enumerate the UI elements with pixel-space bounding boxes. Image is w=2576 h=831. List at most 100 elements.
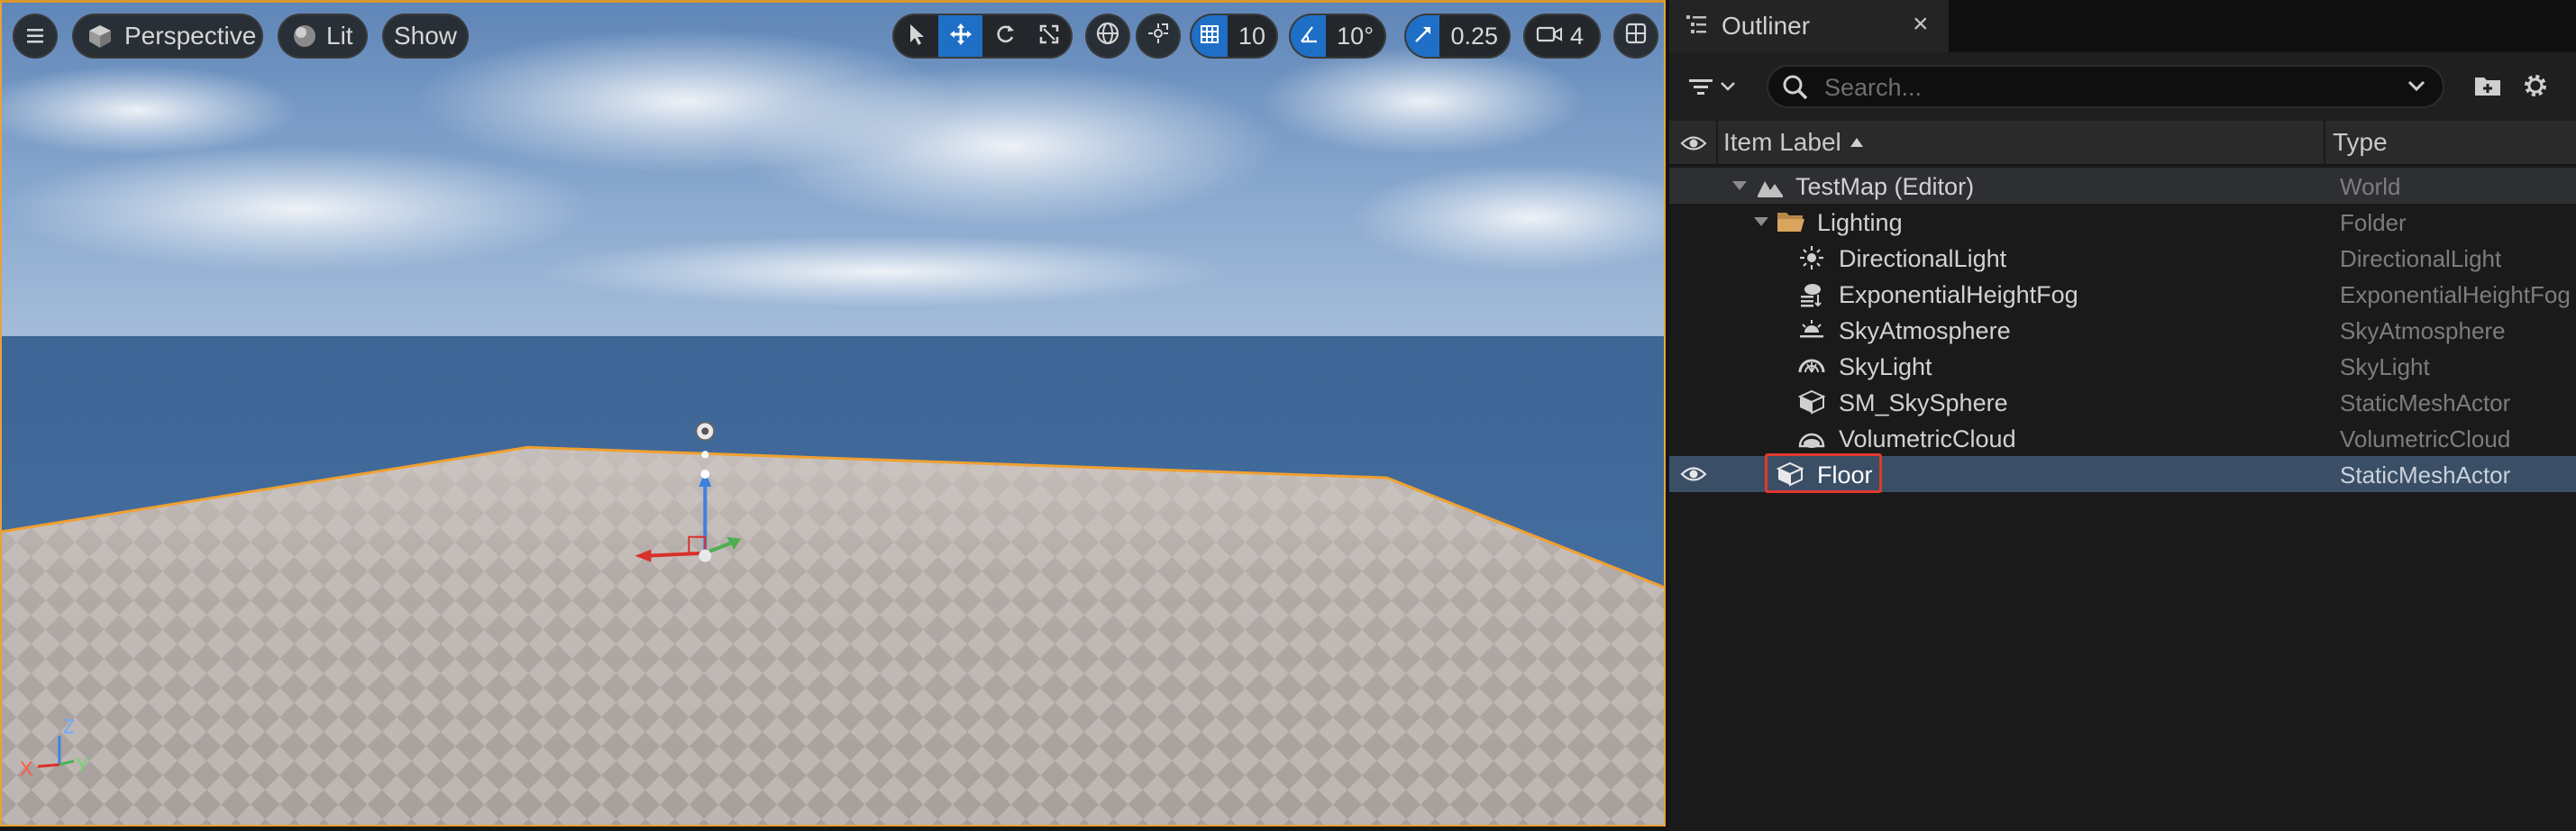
move-arrows-icon	[948, 22, 973, 51]
sort-ascending-icon[interactable]	[1850, 136, 1864, 152]
item-label: SkyLight	[1839, 353, 1932, 380]
viewport-layout-button[interactable]	[1613, 14, 1658, 59]
collapse-arrow-icon[interactable]	[1731, 179, 1749, 196]
world-local-toggle[interactable]	[1085, 14, 1130, 59]
column-type-header[interactable]: Type	[2333, 128, 2388, 157]
lit-button[interactable]: Lit	[278, 14, 368, 59]
rotate-icon	[993, 23, 1017, 50]
item-label: ExponentialHeightFog	[1839, 281, 2078, 308]
tree-row-skylight[interactable]: SkyLight SkyLight	[1669, 348, 2576, 384]
scale-snap-group[interactable]: 0.25	[1404, 14, 1511, 59]
level-viewport[interactable]: Z X Y Perspective Lit Show 10 10° 0.25 4	[0, 0, 1666, 826]
visibility-column-eye-icon[interactable]	[1680, 133, 1707, 158]
item-type: SkyLight	[2340, 353, 2430, 380]
folder-icon	[1776, 208, 1804, 235]
item-label: SM_SkySphere	[1839, 389, 2008, 416]
item-type: SkyAtmosphere	[2340, 317, 2506, 344]
item-label: Lighting	[1817, 209, 1903, 236]
outliner-column-header: Item Label Type	[1669, 121, 2576, 166]
tree-row-sm-skysphere[interactable]: SM_SkySphere StaticMeshActor	[1669, 384, 2576, 420]
tree-row-folder-lighting[interactable]: Lighting Folder	[1669, 204, 2576, 240]
surface-snap-icon	[1146, 21, 1171, 52]
item-label: VolumetricCloud	[1839, 425, 2016, 452]
scale-snap-toggle[interactable]	[1406, 15, 1440, 57]
show-button[interactable]: Show	[382, 14, 469, 59]
scale-icon	[1038, 23, 1060, 50]
item-type: Folder	[2340, 209, 2407, 236]
scale-snap-value[interactable]: 0.25	[1439, 15, 1509, 57]
item-label: DirectionalLight	[1839, 245, 2007, 272]
fog-icon	[1797, 280, 1826, 307]
transform-tools-group	[892, 14, 1073, 59]
select-tool-button[interactable]	[894, 15, 938, 57]
outliner-toolbar	[1669, 52, 2576, 121]
rotation-snap-value[interactable]: 10°	[1326, 15, 1384, 57]
viewport-scene[interactable]: Z X Y	[2, 3, 1664, 825]
outliner-tab[interactable]: Outliner ×	[1669, 0, 1949, 52]
perspective-label: Perspective	[124, 22, 257, 50]
outliner-tab-title: Outliner	[1722, 12, 1811, 40]
outliner-tab-bar: Outliner ×	[1669, 0, 2576, 52]
item-type: StaticMeshActor	[2340, 461, 2511, 489]
layout-grid-icon	[1624, 22, 1648, 51]
search-input[interactable]	[1822, 72, 2363, 103]
grid-snap-value[interactable]: 10	[1228, 15, 1276, 57]
surface-snap-button[interactable]	[1136, 14, 1181, 59]
item-type: StaticMeshActor	[2340, 389, 2511, 416]
grid-snap-group[interactable]: 10	[1190, 14, 1278, 59]
scale-tool-button[interactable]	[1027, 15, 1071, 57]
add-folder-button[interactable]	[2473, 72, 2502, 104]
scale-snap-icon	[1412, 23, 1434, 50]
outliner-icon	[1684, 12, 1709, 41]
grid-snap-toggle[interactable]	[1192, 15, 1228, 57]
item-type: DirectionalLight	[2340, 245, 2502, 272]
tree-row-floor[interactable]: Floor StaticMeshActor	[1669, 453, 2576, 493]
tree-row-world[interactable]: TestMap (Editor) World	[1669, 168, 2576, 204]
close-tab-button[interactable]: ×	[1913, 9, 1929, 40]
header-separator	[1716, 121, 1718, 166]
tree-row-directional-light[interactable]: DirectionalLight DirectionalLight	[1669, 240, 2576, 276]
cursor-icon	[906, 23, 927, 50]
chevron-down-icon	[1720, 80, 1736, 97]
item-label: SkyAtmosphere	[1839, 317, 2011, 344]
translate-tool-button[interactable]	[938, 15, 982, 57]
camera-icon	[1536, 23, 1563, 50]
collapse-arrow-icon[interactable]	[1752, 215, 1770, 233]
world-icon	[1756, 172, 1785, 199]
camera-speed-value: 4	[1570, 22, 1585, 50]
tree-row-exponential-height-fog[interactable]: ExponentialHeightFog ExponentialHeightFo…	[1669, 276, 2576, 312]
grid-icon	[1199, 23, 1220, 50]
tree-row-volumetric-cloud[interactable]: VolumetricCloud VolumetricCloud	[1669, 420, 2576, 456]
globe-icon	[1095, 21, 1120, 52]
static-mesh-icon	[1776, 461, 1804, 488]
item-type: World	[2340, 173, 2401, 200]
static-mesh-icon	[1797, 388, 1826, 416]
lit-sphere-icon	[292, 23, 317, 49]
cloud-icon	[1797, 425, 1826, 452]
skylight-icon	[1797, 352, 1826, 379]
rotation-snap-toggle[interactable]	[1291, 15, 1327, 57]
hamburger-icon	[24, 25, 46, 47]
item-label: TestMap (Editor)	[1795, 173, 1975, 200]
filter-button[interactable]	[1687, 72, 1750, 105]
tree-row-sky-atmosphere[interactable]: SkyAtmosphere SkyAtmosphere	[1669, 312, 2576, 348]
camera-speed-button[interactable]: 4	[1523, 14, 1601, 59]
visibility-eye-icon[interactable]	[1680, 464, 1707, 489]
perspective-button[interactable]: Perspective	[72, 14, 263, 59]
settings-gear-icon[interactable]	[2520, 70, 2551, 105]
column-separator[interactable]	[2324, 121, 2325, 166]
rotation-snap-group[interactable]: 10°	[1289, 14, 1386, 59]
search-icon	[1781, 73, 1810, 106]
show-label: Show	[393, 22, 458, 50]
cube-icon	[87, 23, 114, 50]
rotate-tool-button[interactable]	[982, 15, 1027, 57]
column-item-label-header[interactable]: Item Label	[1723, 128, 1841, 157]
axis-x-label: X	[20, 757, 33, 780]
axis-y-label: Y	[76, 753, 89, 776]
axis-z-label: Z	[63, 716, 75, 738]
search-box	[1767, 65, 2444, 108]
item-type: VolumetricCloud	[2340, 425, 2511, 452]
search-dropdown-chevron-icon[interactable]	[2407, 79, 2426, 98]
viewport-menu-button[interactable]	[13, 14, 58, 59]
item-label: Floor	[1817, 461, 1873, 489]
